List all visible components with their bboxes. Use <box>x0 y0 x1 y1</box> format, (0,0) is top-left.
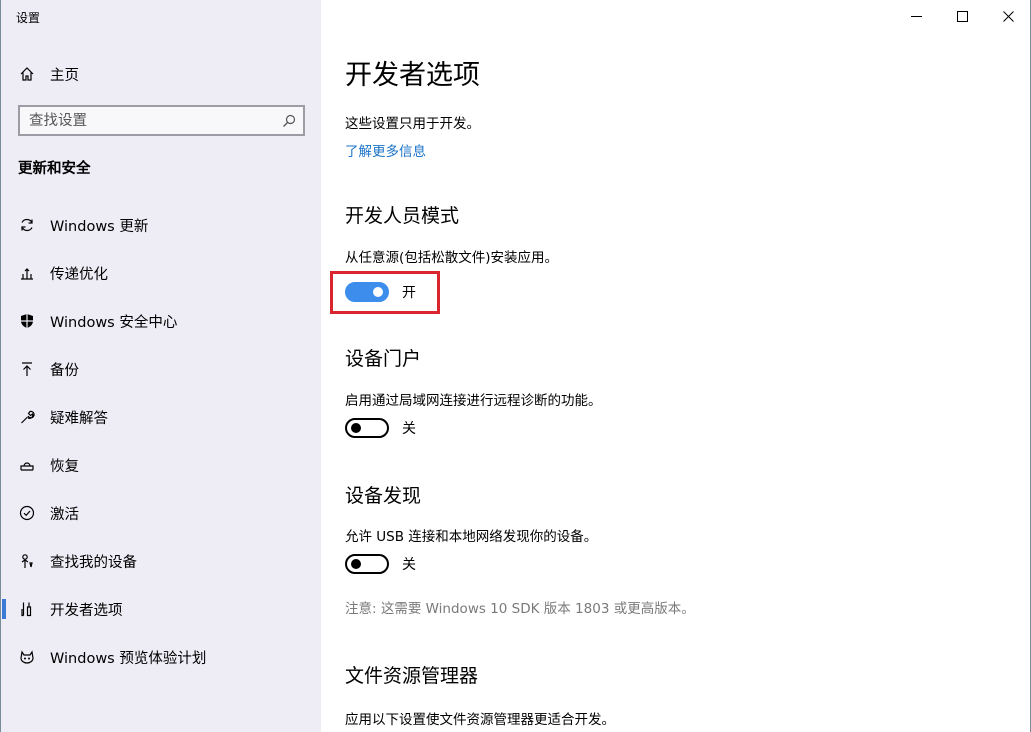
page-title: 开发者选项 <box>345 60 480 91</box>
sidebar-item-windows-security[interactable]: Windows 安全中心 <box>1 297 321 345</box>
sidebar-item-label: 激活 <box>50 506 79 523</box>
sidebar-item-delivery-optimization[interactable]: 传递优化 <box>1 249 321 297</box>
highlight-box <box>330 271 440 314</box>
sidebar-item-label: 开发者选项 <box>50 602 123 619</box>
shield-icon <box>18 312 36 330</box>
insider-cat-icon <box>18 648 36 666</box>
device-portal-description: 启用通过局域网连接进行远程诊断的功能。 <box>345 393 602 409</box>
minimize-icon <box>907 7 925 25</box>
delivery-optimization-icon <box>18 264 36 282</box>
sidebar-item-label: 疑难解答 <box>50 410 108 427</box>
search-icon[interactable] <box>280 112 298 130</box>
section-heading: 更新和安全 <box>18 161 91 177</box>
developer-mode-heading: 开发人员模式 <box>345 205 460 227</box>
developer-tools-icon <box>18 600 36 618</box>
toggle-knob <box>351 423 361 433</box>
sidebar-item-activation[interactable]: 激活 <box>1 489 321 537</box>
device-portal-state: 关 <box>402 421 416 437</box>
maximize-button[interactable] <box>939 0 985 32</box>
sidebar-item-label: 传递优化 <box>50 266 108 283</box>
sidebar-item-windows-update[interactable]: Windows 更新 <box>1 201 321 249</box>
learn-more-link[interactable]: 了解更多信息 <box>345 140 426 160</box>
intro-text: 这些设置只用于开发。 <box>345 116 480 132</box>
sidebar-item-label: Windows 预览体验计划 <box>50 650 207 667</box>
device-portal-toggle-row: 关 <box>345 418 416 438</box>
close-button[interactable] <box>985 0 1031 32</box>
sidebar-item-troubleshoot[interactable]: 疑难解答 <box>1 393 321 441</box>
sidebar-item-label: 备份 <box>50 362 79 379</box>
sync-icon <box>18 216 36 234</box>
device-portal-heading: 设备门户 <box>345 348 422 370</box>
sidebar-item-find-my-device[interactable]: 查找我的设备 <box>1 537 321 585</box>
sidebar-item-recovery[interactable]: 恢复 <box>1 441 321 489</box>
device-discovery-toggle-row: 关 <box>345 554 416 574</box>
recovery-icon <box>18 456 36 474</box>
search-box[interactable] <box>18 105 305 136</box>
app-title: 设置 <box>16 11 41 25</box>
developer-mode-description: 从任意源(包括松散文件)安装应用。 <box>345 250 559 266</box>
device-discovery-heading: 设备发现 <box>345 485 422 507</box>
backup-icon <box>18 360 36 378</box>
sidebar-item-backup[interactable]: 备份 <box>1 345 321 393</box>
minimize-button[interactable] <box>893 0 939 32</box>
file-explorer-heading: 文件资源管理器 <box>345 665 479 687</box>
sidebar-item-windows-insider[interactable]: Windows 预览体验计划 <box>1 633 321 681</box>
sidebar-item-label: Windows 更新 <box>50 218 149 235</box>
check-circle-icon <box>18 504 36 522</box>
device-discovery-state: 关 <box>402 557 416 573</box>
search-input[interactable] <box>20 106 280 135</box>
device-discovery-description: 允许 USB 连接和本地网络发现你的设备。 <box>345 529 598 545</box>
close-icon <box>999 7 1017 25</box>
sidebar-nav: Windows 更新 传递优化 Windows 安全中心 备份 疑难解答 恢复 … <box>1 201 321 681</box>
sidebar-item-home[interactable]: 主页 <box>1 60 321 88</box>
maximize-icon <box>953 7 971 25</box>
device-discovery-toggle[interactable] <box>345 554 389 574</box>
sdk-note: 注意: 这需要 Windows 10 SDK 版本 1803 或更高版本。 <box>345 601 695 617</box>
toggle-knob <box>351 559 361 569</box>
sidebar-item-label: Windows 安全中心 <box>50 314 178 331</box>
sidebar-item-label: 恢复 <box>50 458 79 475</box>
sidebar: 设置 主页 更新和安全 Windows 更新 传递优化 <box>0 0 321 732</box>
device-portal-toggle[interactable] <box>345 418 389 438</box>
sidebar-item-developer-options[interactable]: 开发者选项 <box>1 585 321 633</box>
home-icon <box>18 65 36 83</box>
file-explorer-description: 应用以下设置使文件资源管理器更适合开发。 <box>345 712 615 728</box>
person-pin-icon <box>18 552 36 570</box>
sidebar-item-label: 查找我的设备 <box>50 554 137 571</box>
wrench-icon <box>18 408 36 426</box>
sidebar-item-label: 主页 <box>50 67 79 84</box>
